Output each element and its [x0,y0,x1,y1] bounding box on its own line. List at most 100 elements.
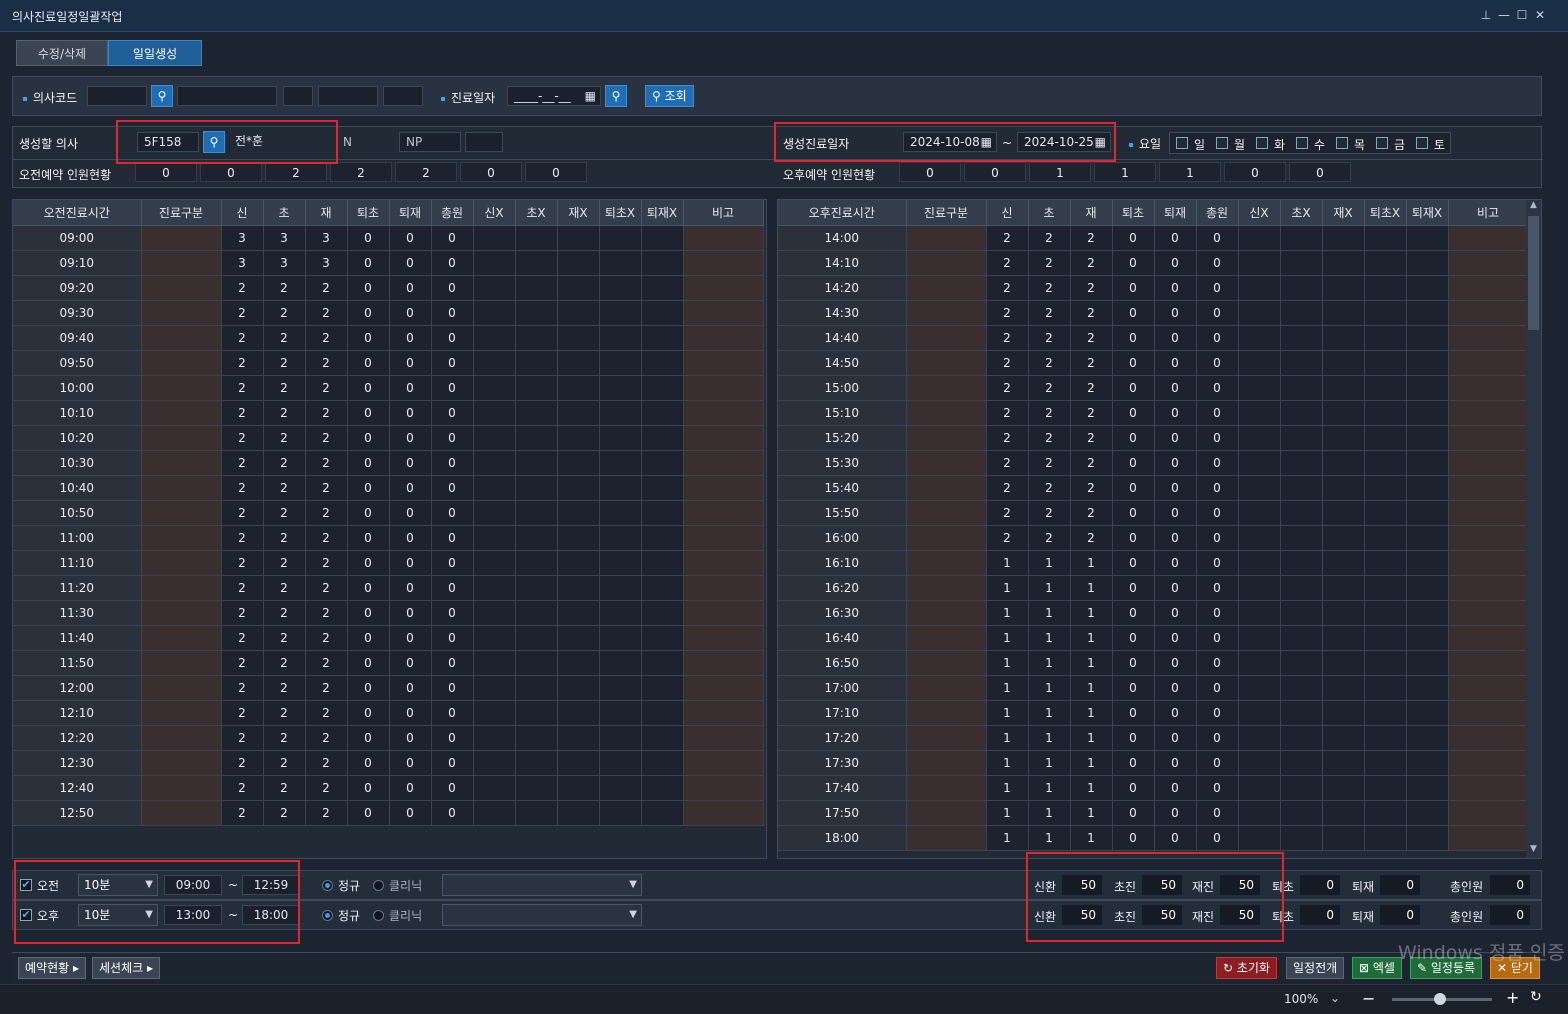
scroll-thumb[interactable] [1528,216,1539,330]
am-column-header[interactable]: 오전진료시간 [13,200,142,226]
weekday-thu-checkbox[interactable] [1336,137,1348,149]
doctor-extra-field-3[interactable] [383,86,423,106]
am-column-header[interactable]: 재 [305,200,348,226]
am-table-row[interactable]: 12:10 2 2 2 0 0 0 [13,700,764,726]
doctor-name-field[interactable] [177,86,277,106]
doctor-search-button[interactable]: ⚲ [151,85,173,107]
pm-column-header[interactable]: 퇴초 [1112,200,1155,226]
scroll-down-icon[interactable]: ▼ [1526,844,1541,858]
pm-grid-scrollbar[interactable]: ▲ ▼ [1526,200,1541,858]
am-regular-radio[interactable] [322,880,333,891]
maximize-button[interactable]: ☐ [1514,6,1530,24]
pin-icon[interactable]: ⊥ [1478,6,1494,24]
am-column-header[interactable]: 신X [473,200,516,226]
reset-zoom-icon[interactable]: ↻ [1530,989,1542,1005]
am-table-row[interactable]: 11:10 2 2 2 0 0 0 [13,550,764,576]
pm-column-header[interactable]: 오후진료시간 [778,200,907,226]
am-table-row[interactable]: 11:30 2 2 2 0 0 0 [13,600,764,626]
pm-table-row[interactable]: 17:00 1 1 1 0 0 0 [778,675,1529,701]
tab-edit-delete[interactable]: 수정/삭제 [16,40,108,66]
am-column-header[interactable]: 퇴초X [599,200,642,226]
am-table-row[interactable]: 10:40 2 2 2 0 0 0 [13,475,764,501]
zoom-slider-handle[interactable] [1434,993,1446,1005]
am-column-header[interactable]: 신 [221,200,264,226]
date-search-button[interactable]: ⚲ [605,85,627,107]
pm-column-header[interactable]: 진료구분 [906,200,987,226]
pm-regular-radio[interactable] [322,910,333,921]
am-table-row[interactable]: 10:50 2 2 2 0 0 0 [13,500,764,526]
pm-table-row[interactable]: 17:30 1 1 1 0 0 0 [778,750,1529,776]
weekday-mon-checkbox[interactable] [1216,137,1228,149]
am-column-header[interactable]: 퇴초 [347,200,390,226]
minimize-button[interactable]: — [1496,6,1512,24]
am-table-row[interactable]: 11:40 2 2 2 0 0 0 [13,625,764,651]
pm-total-input[interactable]: 0 [1490,905,1530,925]
date-input[interactable]: ____-__-__ ▦ [507,86,601,106]
pm-column-header[interactable]: 비고 [1448,200,1529,226]
am-column-header[interactable]: 퇴재X [641,200,684,226]
pm-table-row[interactable]: 14:50 2 2 2 0 0 0 [778,350,1529,376]
close-window-button[interactable]: ✕ [1532,6,1548,24]
pm-table-row[interactable]: 14:00 2 2 2 0 0 0 [778,225,1529,251]
pm-table-row[interactable]: 14:20 2 2 2 0 0 0 [778,275,1529,301]
np-field[interactable]: NP [399,132,461,152]
am-table-row[interactable]: 09:40 2 2 2 0 0 0 [13,325,764,351]
pm-table-row[interactable]: 15:10 2 2 2 0 0 0 [778,400,1529,426]
pm-table-row[interactable]: 16:00 2 2 2 0 0 0 [778,525,1529,551]
pm-table-row[interactable]: 17:50 1 1 1 0 0 0 [778,800,1529,826]
weekday-sun-checkbox[interactable] [1176,137,1188,149]
doctor-extra-field-2[interactable] [318,86,378,106]
am-table-row[interactable]: 12:40 2 2 2 0 0 0 [13,775,764,801]
weekday-tue-checkbox[interactable] [1256,137,1268,149]
am-table-row[interactable]: 12:20 2 2 2 0 0 0 [13,725,764,751]
pm-table-row[interactable]: 15:00 2 2 2 0 0 0 [778,375,1529,401]
am-table-row[interactable]: 11:00 2 2 2 0 0 0 [13,525,764,551]
am-table-row[interactable]: 09:20 2 2 2 0 0 0 [13,275,764,301]
pm-table-row[interactable]: 15:30 2 2 2 0 0 0 [778,450,1529,476]
am-tc-input[interactable]: 0 [1300,875,1340,895]
am-table-row[interactable]: 11:20 2 2 2 0 0 0 [13,575,764,601]
pm-table-row[interactable]: 16:20 1 1 1 0 0 0 [778,575,1529,601]
pm-column-header[interactable]: 퇴재X [1406,200,1449,226]
am-table-row[interactable]: 12:50 2 2 2 0 0 0 [13,800,764,826]
am-column-header[interactable]: 진료구분 [141,200,222,226]
session-check-button[interactable]: 세션체크 ▸ [92,957,161,979]
am-column-header[interactable]: 초 [263,200,306,226]
pm-clinic-select[interactable]: ▼ [442,904,642,926]
pm-table-row[interactable]: 17:10 1 1 1 0 0 0 [778,700,1529,726]
pm-column-header[interactable]: 초X [1280,200,1323,226]
pm-table-row[interactable]: 15:40 2 2 2 0 0 0 [778,475,1529,501]
am-table-row[interactable]: 09:50 2 2 2 0 0 0 [13,350,764,376]
am-table-row[interactable]: 09:00 3 3 3 0 0 0 [13,225,764,251]
am-table-row[interactable]: 10:10 2 2 2 0 0 0 [13,400,764,426]
am-table-row[interactable]: 11:50 2 2 2 0 0 0 [13,650,764,676]
pm-column-header[interactable]: 퇴초X [1364,200,1407,226]
pm-table-row[interactable]: 16:50 1 1 1 0 0 0 [778,650,1529,676]
am-table-row[interactable]: 12:00 2 2 2 0 0 0 [13,675,764,701]
pm-column-header[interactable]: 초 [1028,200,1071,226]
am-table-row[interactable]: 10:20 2 2 2 0 0 0 [13,425,764,451]
pm-column-header[interactable]: 재X [1322,200,1365,226]
pm-tc-input[interactable]: 0 [1300,905,1340,925]
pm-table-row[interactable]: 18:00 1 1 1 0 0 0 [778,825,1529,851]
pm-table-row[interactable]: 16:10 1 1 1 0 0 0 [778,550,1529,576]
zoom-in-button[interactable]: + [1506,988,1519,1007]
am-clinic-radio[interactable] [373,880,384,891]
weekday-sat-checkbox[interactable] [1416,137,1428,149]
pm-table-row[interactable]: 15:50 2 2 2 0 0 0 [778,500,1529,526]
zoom-slider[interactable] [1392,993,1492,1005]
reservation-status-button[interactable]: 예약현황 ▸ [18,957,87,979]
np-extra-field[interactable] [465,132,503,152]
pm-table-row[interactable]: 14:40 2 2 2 0 0 0 [778,325,1529,351]
am-total-input[interactable]: 0 [1490,875,1530,895]
pm-column-header[interactable]: 퇴재 [1154,200,1197,226]
weekday-wed-checkbox[interactable] [1296,137,1308,149]
pm-clinic-radio[interactable] [373,910,384,921]
am-column-header[interactable]: 퇴재 [389,200,432,226]
pm-table-row[interactable]: 17:40 1 1 1 0 0 0 [778,775,1529,801]
pm-column-header[interactable]: 재 [1070,200,1113,226]
reset-button[interactable]: ↻ 초기화 [1216,957,1278,979]
pm-column-header[interactable]: 총원 [1196,200,1239,226]
expand-schedule-button[interactable]: 일정전개 [1286,957,1345,979]
doctor-code-input[interactable] [87,86,147,106]
